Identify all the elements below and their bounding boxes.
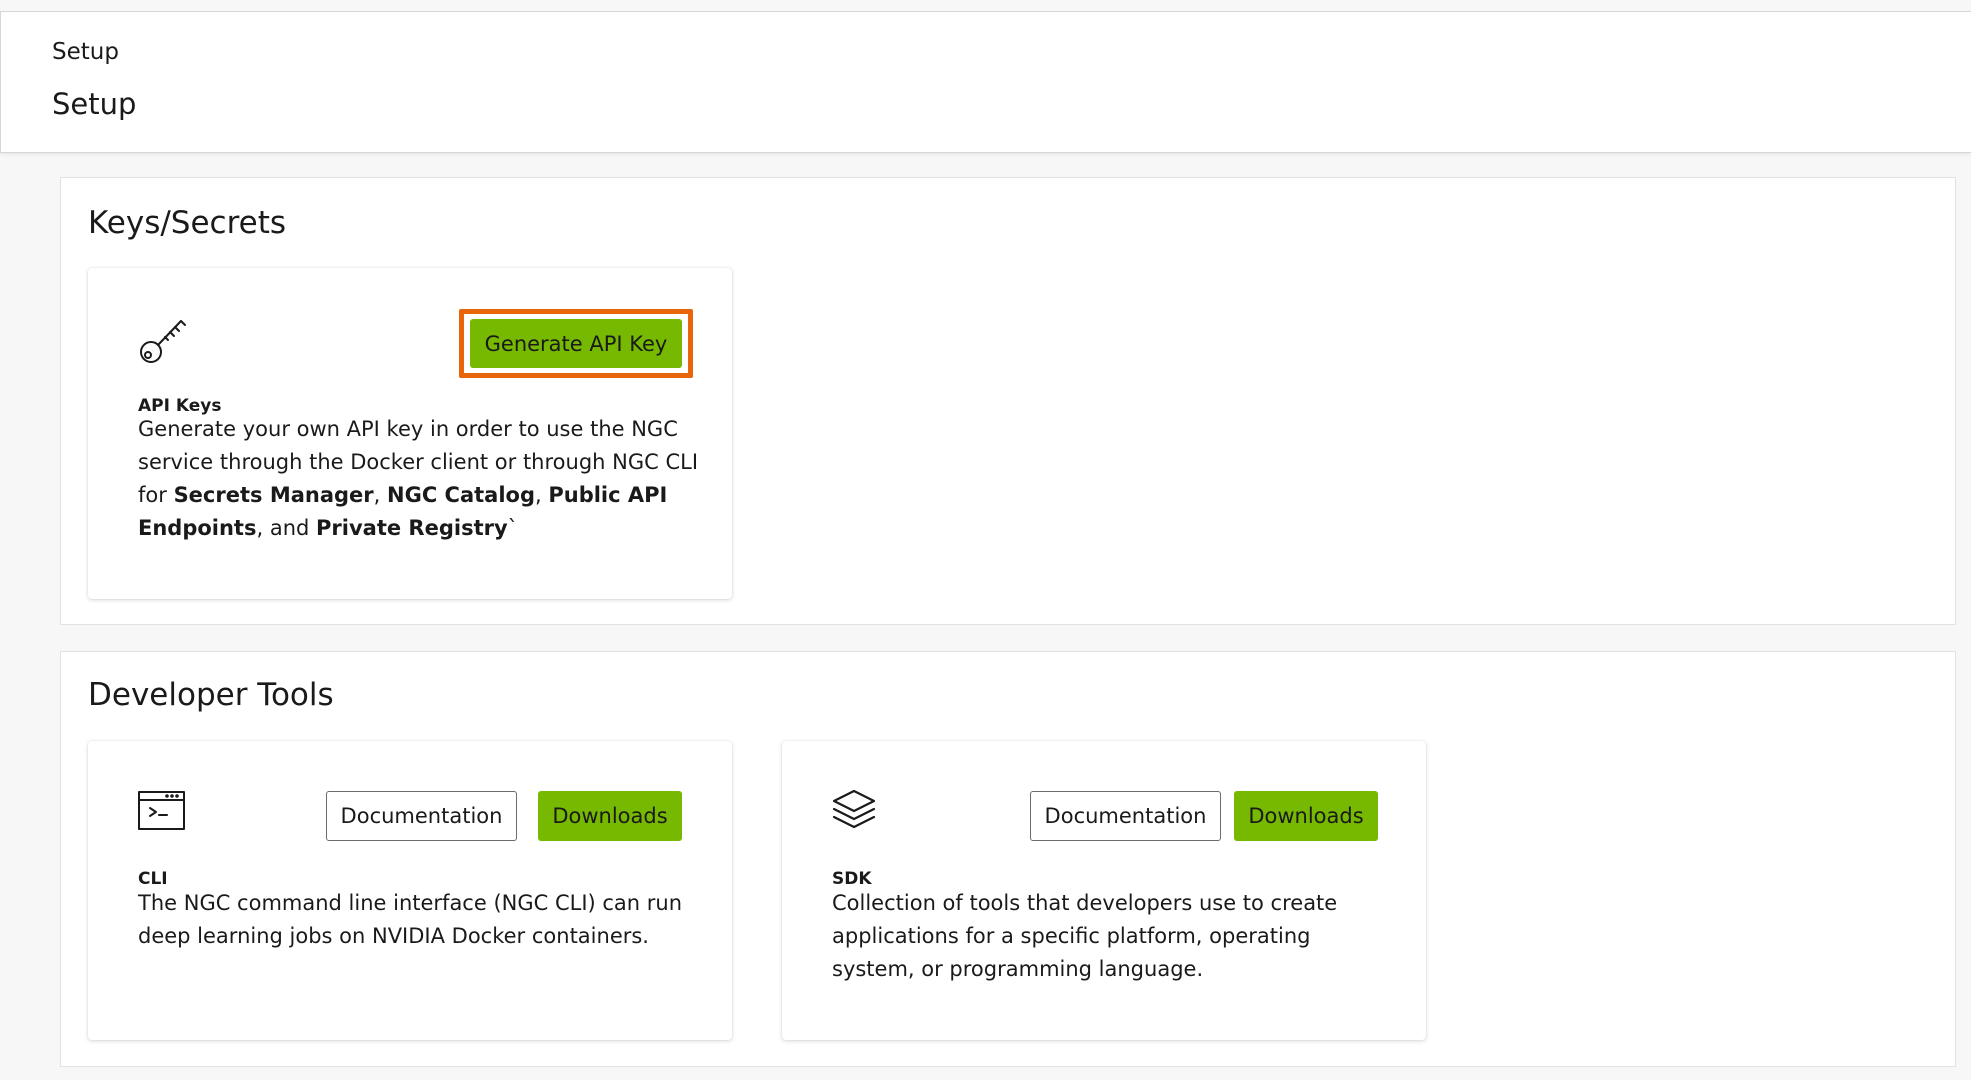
cli-card: Documentation Downloads CLI The NGC comm… (88, 741, 732, 1040)
developer-tools-section: Developer Tools Documentation Downloads … (60, 651, 1956, 1067)
cli-documentation-button[interactable]: Documentation (326, 791, 517, 841)
api-keys-card: Generate API Key API Keys Generate your … (88, 268, 732, 599)
cli-downloads-button[interactable]: Downloads (538, 791, 682, 841)
section-title-developer-tools: Developer Tools (88, 677, 334, 713)
separator-text: , and (256, 516, 317, 540)
cli-label: CLI (138, 869, 168, 889)
cli-description: The NGC command line interface (NGC CLI)… (138, 891, 683, 948)
page-title: Setup (52, 87, 137, 121)
sdk-description: Collection of tools that developers use … (832, 891, 1338, 981)
page-header: Setup Setup (0, 11, 1971, 153)
layers-icon (832, 787, 884, 839)
trailing-mark: ` (507, 516, 519, 540)
sdk-label: SDK (832, 869, 872, 889)
ngc-catalog-text: NGC Catalog (387, 483, 535, 507)
separator-text: , (535, 483, 549, 507)
separator-text: , (373, 483, 388, 507)
breadcrumb[interactable]: Setup (52, 39, 119, 65)
sdk-documentation-button[interactable]: Documentation (1030, 791, 1221, 841)
private-registry-text: Private Registry (316, 516, 508, 540)
section-title-keys-secrets: Keys/Secrets (88, 205, 287, 241)
keys-secrets-section: Keys/Secrets Generate API Key API Keys G… (60, 177, 1956, 625)
api-keys-description: Generate your own API key in order to us… (138, 413, 698, 545)
key-icon (137, 314, 189, 366)
terminal-icon (137, 787, 189, 839)
sdk-downloads-button[interactable]: Downloads (1234, 791, 1378, 841)
secrets-manager-text: Secrets Manager (173, 483, 374, 507)
generate-api-key-button[interactable]: Generate API Key (470, 319, 682, 368)
sdk-card: Documentation Downloads SDK Collection o… (782, 741, 1426, 1040)
